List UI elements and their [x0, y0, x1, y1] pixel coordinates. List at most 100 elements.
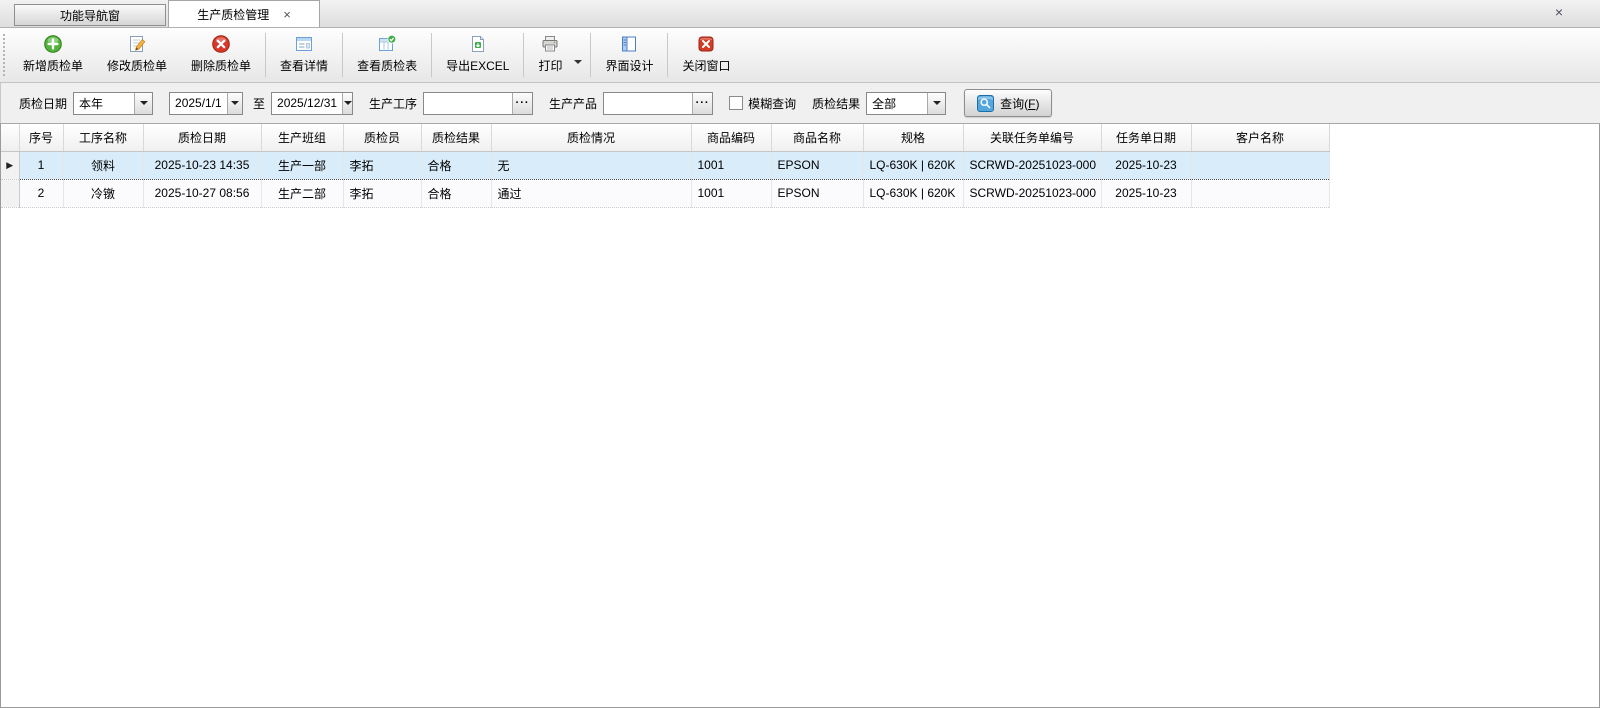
dropdown-arrow-icon[interactable]	[134, 93, 152, 114]
table-cell[interactable]: 生产一部	[261, 151, 343, 179]
column-header[interactable]: 商品编码	[691, 124, 771, 151]
tab-quality-label: 生产质检管理	[197, 6, 269, 23]
search-button-label: 查询(F)	[1000, 95, 1039, 112]
table-cell[interactable]: 2025-10-23	[1101, 179, 1191, 207]
product-input[interactable]	[604, 93, 692, 114]
toolbar-separator	[431, 33, 432, 77]
column-header[interactable]: 质检结果	[421, 124, 491, 151]
date-from-picker[interactable]: 2025/1/1	[169, 92, 243, 115]
column-header[interactable]: 质检情况	[491, 124, 691, 151]
table-cell[interactable]: SCRWD-20251023-000	[963, 151, 1101, 179]
fuzzy-search-checkbox-group[interactable]: 模糊查询	[729, 95, 796, 112]
table-cell[interactable]: SCRWD-20251023-000	[963, 179, 1101, 207]
toolbar-separator	[523, 33, 524, 77]
print-button[interactable]: 打印	[526, 28, 574, 82]
column-header[interactable]: 质检日期	[143, 124, 261, 151]
table-cell[interactable]: 2025-10-27 08:56	[143, 179, 261, 207]
date-to-picker[interactable]: 2025/12/31	[271, 92, 353, 115]
table-cell[interactable]: EPSON	[771, 151, 863, 179]
tab-close-icon[interactable]: ×	[283, 8, 291, 21]
product-browse-button[interactable]: ···	[692, 93, 712, 114]
dropdown-arrow-icon[interactable]	[227, 93, 242, 114]
table-cell[interactable]: 1001	[691, 179, 771, 207]
export-excel-button[interactable]: 导出EXCEL	[434, 28, 521, 82]
close-window-button[interactable]: 关闭窗口	[670, 28, 742, 82]
add-inspection-label: 新增质检单	[23, 57, 83, 74]
close-window-icon	[696, 34, 716, 54]
table-cell[interactable]	[1191, 179, 1329, 207]
table-cell[interactable]: EPSON	[771, 179, 863, 207]
view-report-button[interactable]: 查看质检表	[345, 28, 429, 82]
tab-strip: 功能导航窗 生产质检管理 × ×	[0, 0, 1600, 28]
delete-inspection-button[interactable]: 删除质检单	[179, 28, 263, 82]
table-cell[interactable]: 冷镦	[63, 179, 143, 207]
column-header[interactable]: 任务单日期	[1101, 124, 1191, 151]
process-label: 生产工序	[369, 95, 417, 112]
toolbar-separator	[590, 33, 591, 77]
column-header[interactable]: 生产班组	[261, 124, 343, 151]
result-select[interactable]: 全部	[866, 92, 946, 115]
table-cell[interactable]: 合格	[421, 151, 491, 179]
table-cell[interactable]: 无	[491, 151, 691, 179]
toolbar-separator	[342, 33, 343, 77]
tab-navigation[interactable]: 功能导航窗	[14, 4, 166, 26]
print-button-group: 打印	[526, 28, 588, 82]
product-label: 生产产品	[549, 95, 597, 112]
product-input-group: ···	[603, 92, 713, 115]
table-cell[interactable]: 1001	[691, 151, 771, 179]
print-icon	[540, 34, 560, 54]
tab-quality-management[interactable]: 生产质检管理 ×	[168, 0, 320, 27]
column-header[interactable]: 序号	[19, 124, 63, 151]
add-icon	[43, 34, 63, 54]
column-header[interactable]: 商品名称	[771, 124, 863, 151]
column-header[interactable]: 关联任务单编号	[963, 124, 1101, 151]
table-cell[interactable]: 1	[19, 151, 63, 179]
view-report-label: 查看质检表	[357, 57, 417, 74]
column-header[interactable]: 规格	[863, 124, 963, 151]
table-cell[interactable]: 2	[19, 179, 63, 207]
table-cell[interactable]: 李拓	[343, 151, 421, 179]
table-cell[interactable]: 2025-10-23	[1101, 151, 1191, 179]
search-button[interactable]: 查询(F)	[964, 89, 1052, 117]
edit-inspection-button[interactable]: 修改质检单	[95, 28, 179, 82]
table-cell[interactable]: 生产二部	[261, 179, 343, 207]
export-excel-label: 导出EXCEL	[446, 57, 509, 74]
view-details-button[interactable]: 查看详情	[268, 28, 340, 82]
toolbar-grip[interactable]	[2, 34, 9, 76]
process-input[interactable]	[424, 93, 512, 114]
dropdown-arrow-icon[interactable]	[927, 93, 945, 114]
fuzzy-search-checkbox[interactable]	[729, 96, 743, 110]
print-dropdown-arrow[interactable]	[574, 28, 588, 82]
view-details-label: 查看详情	[280, 57, 328, 74]
window-close-icon[interactable]: ×	[1555, 5, 1563, 19]
table-cell[interactable]: 通过	[491, 179, 691, 207]
add-inspection-button[interactable]: 新增质检单	[11, 28, 95, 82]
table-cell[interactable]	[1191, 151, 1329, 179]
table-cell[interactable]: 合格	[421, 179, 491, 207]
date-preset-select[interactable]: 本年	[73, 92, 153, 115]
process-input-group: ···	[423, 92, 533, 115]
table-row[interactable]: 2冷镦2025-10-27 08:56生产二部李拓合格通过1001EPSONLQ…	[1, 179, 1329, 207]
edit-icon	[127, 34, 147, 54]
to-label: 至	[253, 95, 265, 112]
search-icon	[977, 95, 994, 112]
export-excel-icon	[468, 34, 488, 54]
table-cell[interactable]: 李拓	[343, 179, 421, 207]
table-cell[interactable]: LQ-630K | 620K	[863, 179, 963, 207]
row-marker-icon[interactable]: ▶	[1, 151, 19, 179]
print-label: 打印	[538, 57, 562, 74]
tab-navigation-label: 功能导航窗	[60, 7, 120, 24]
column-header[interactable]: 工序名称	[63, 124, 143, 151]
column-header[interactable]: 质检员	[343, 124, 421, 151]
table-cell[interactable]: LQ-630K | 620K	[863, 151, 963, 179]
dropdown-arrow-icon[interactable]	[342, 93, 352, 114]
table-row[interactable]: ▶1领料2025-10-23 14:35生产一部李拓合格无1001EPSONLQ…	[1, 151, 1329, 179]
edit-inspection-label: 修改质检单	[107, 57, 167, 74]
table-cell[interactable]: 2025-10-23 14:35	[143, 151, 261, 179]
row-selector-cell[interactable]	[1, 179, 19, 207]
process-browse-button[interactable]: ···	[512, 93, 532, 114]
column-header[interactable]: 客户名称	[1191, 124, 1329, 151]
ui-design-button[interactable]: 界面设计	[593, 28, 665, 82]
table-cell[interactable]: 领料	[63, 151, 143, 179]
toolbar-separator	[667, 33, 668, 77]
